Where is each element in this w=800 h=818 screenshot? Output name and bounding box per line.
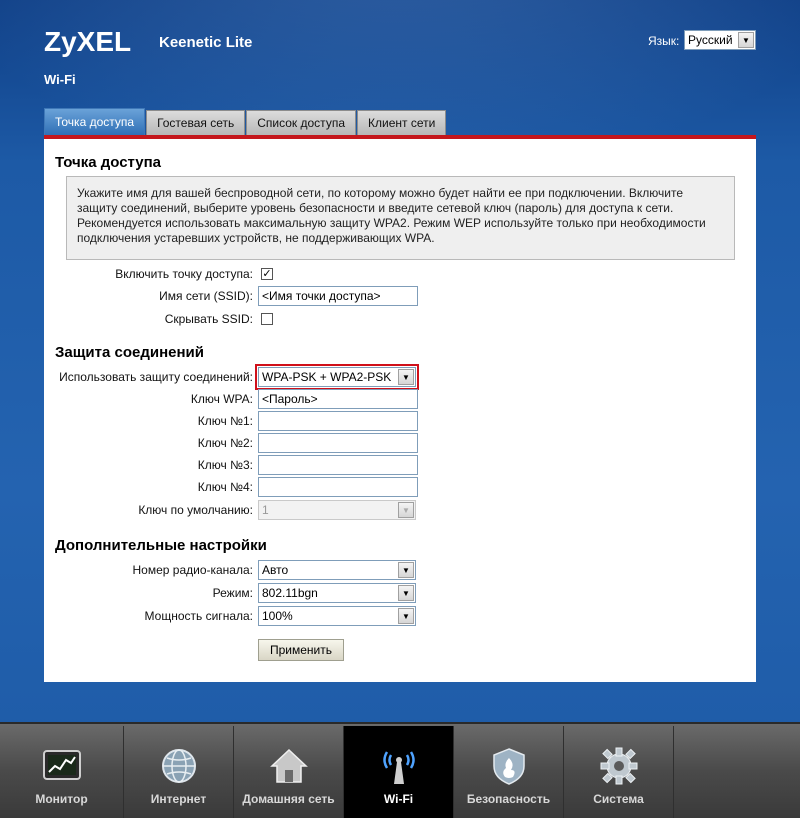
tab-network-client[interactable]: Клиент сети [357,110,447,135]
protection-row: Использовать защиту соединений: WPA-PSK … [44,364,756,390]
home-icon [269,748,308,783]
default-key-label: Ключ по умолчанию: [138,503,253,517]
enable-ap-checkbox[interactable]: ✓ [261,268,273,280]
key1-label: Ключ №1: [197,414,253,428]
default-key-row: Ключ по умолчанию: 1 ▼ [44,500,756,520]
wpa-key-input[interactable]: <Пароль> [258,389,418,409]
nav-internet[interactable]: Интернет [124,726,234,818]
page-title: Wi-Fi [44,72,76,87]
mode-label: Режим: [212,586,253,600]
power-select[interactable]: 100% ▼ [258,606,416,626]
tab-access-point[interactable]: Точка доступа [44,108,146,135]
enable-ap-label: Включить точку доступа: [115,267,253,281]
shield-icon [492,748,525,785]
tab-bar: Точка доступа Гостевая сеть Список досту… [44,108,447,135]
key3-row: Ключ №3: [44,455,756,475]
ssid-label: Имя сети (SSID): [159,289,253,303]
globe-icon [161,749,196,783]
security-heading: Защита соединений [55,344,204,361]
chevron-down-icon: ▼ [398,585,414,601]
monitor-icon [42,750,81,780]
default-key-select[interactable]: 1 ▼ [258,500,416,520]
bottom-nav: Монитор Интернет Домашняя сеть Wi-Fi Без… [0,722,800,818]
wpa-key-row: Ключ WPA: <Пароль> [44,389,756,409]
brand-logo: ZyXEL [44,26,132,57]
nav-system-label: Система [593,792,644,806]
key2-label: Ключ №2: [197,436,253,450]
key2-input[interactable] [258,433,418,453]
nav-security-label: Безопасность [466,792,551,806]
protection-value: WPA-PSK + WPA2-PSK [262,370,392,384]
key4-row: Ключ №4: [44,477,756,497]
mode-row: Режим: 802.11bgn ▼ [44,583,756,603]
tab-guest-network[interactable]: Гостевая сеть [146,110,246,135]
key4-input[interactable] [258,477,418,497]
chevron-down-icon: ▼ [398,369,414,385]
chevron-down-icon: ▼ [738,32,754,48]
nav-system[interactable]: Система [564,726,674,818]
hide-ssid-label: Скрывать SSID: [164,312,253,326]
key4-label: Ключ №4: [197,480,253,494]
nav-monitor[interactable]: Монитор [0,726,124,818]
protection-select[interactable]: WPA-PSK + WPA2-PSK ▼ [255,364,419,390]
hide-ssid-row: Скрывать SSID: [44,309,756,329]
mode-select[interactable]: 802.11bgn ▼ [258,583,416,603]
channel-label: Номер радио-канала: [132,563,254,577]
key3-input[interactable] [258,455,418,475]
wifi-icon [382,751,415,784]
page: ZyXEL Keenetic Lite Язык: Русский ▼ Wi-F… [0,0,800,818]
apply-button[interactable]: Применить [258,639,344,661]
power-label: Мощность сигнала: [144,609,253,623]
chevron-down-icon: ▼ [398,562,414,578]
key1-input[interactable] [258,411,418,431]
power-row: Мощность сигнала: 100% ▼ [44,606,756,626]
channel-value: Авто [262,563,289,577]
channel-select[interactable]: Авто ▼ [258,560,416,580]
nav-monitor-label: Монитор [35,792,88,806]
channel-row: Номер радио-канала: Авто ▼ [44,560,756,580]
language-select[interactable]: Русский ▼ [684,30,756,50]
hide-ssid-checkbox[interactable] [261,313,273,325]
advanced-heading: Дополнительные настройки [55,537,267,554]
chevron-down-icon: ▼ [398,608,414,624]
key1-row: Ключ №1: [44,411,756,431]
key3-label: Ключ №3: [197,458,253,472]
nav-internet-label: Интернет [150,792,207,806]
nav-security[interactable]: Безопасность [454,726,564,818]
ssid-input[interactable]: <Имя точки доступа> [258,286,418,306]
language-value: Русский [688,33,733,47]
nav-home-network[interactable]: Домашняя сеть [234,726,344,818]
protection-label: Использовать защиту соединений: [59,370,253,384]
settings-panel: Точка доступа Укажите имя для вашей бесп… [44,139,756,682]
mode-value: 802.11bgn [262,586,318,600]
access-point-heading: Точка доступа [55,154,162,171]
power-value: 100% [262,609,293,623]
nav-wifi-label: Wi-Fi [383,792,414,806]
product-name: Keenetic Lite [159,34,253,51]
nav-wifi[interactable]: Wi-Fi [344,726,454,818]
default-key-value: 1 [262,503,269,517]
ssid-row: Имя сети (SSID): <Имя точки доступа> [44,286,756,306]
enable-ap-row: Включить точку доступа: ✓ [44,264,756,284]
gear-icon [600,747,637,785]
info-box: Укажите имя для вашей беспроводной сети,… [66,176,735,260]
key2-row: Ключ №2: [44,433,756,453]
tab-access-list[interactable]: Список доступа [246,110,356,135]
language-label: Язык: [648,34,680,48]
wpa-key-label: Ключ WPA: [190,392,253,406]
chevron-down-icon: ▼ [398,502,414,518]
nav-home-network-label: Домашняя сеть [242,792,335,806]
